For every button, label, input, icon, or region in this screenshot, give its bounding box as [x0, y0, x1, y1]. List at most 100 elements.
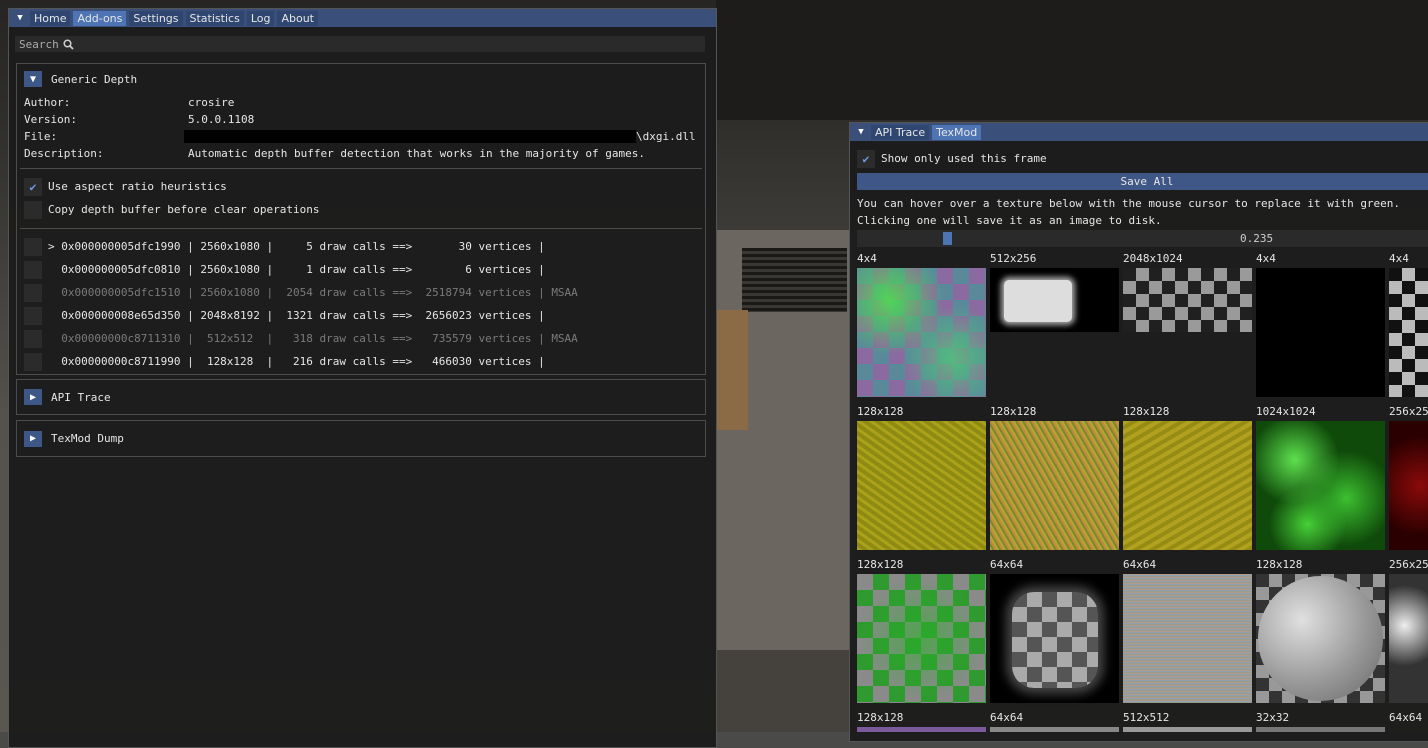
texmod-info: You can hover over a texture below with … — [857, 195, 1428, 229]
floor — [716, 650, 856, 732]
tab-addons[interactable]: Add-ons — [73, 10, 127, 26]
depth-buffer-text: 0x000000005dfc1510 | 2560x1080 | 2054 dr… — [48, 286, 578, 299]
detail-key: Version: — [24, 113, 77, 126]
tab-home[interactable]: Home — [30, 10, 71, 26]
detail-description: Description: Automatic depth buffer dete… — [17, 145, 705, 162]
texture-thumbnail[interactable] — [990, 727, 1119, 732]
texture-thumbnail[interactable] — [857, 268, 986, 397]
addon-header-api-trace[interactable]: ▶ API Trace — [17, 380, 705, 414]
moon-icon — [1258, 576, 1383, 701]
texture-label: 64x64 — [1123, 558, 1157, 571]
texture-thumbnail[interactable] — [857, 421, 986, 550]
depth-buffer-row[interactable]: 0x00000000c8711990 | 128x128 | 216 draw … — [17, 350, 705, 373]
save-all-button[interactable]: Save All — [857, 173, 1428, 190]
detail-value: Automatic depth buffer detection that wo… — [188, 147, 645, 160]
vent-grille — [742, 248, 847, 312]
texture-label: 256x256 — [1389, 558, 1428, 571]
texture-thumbnail[interactable] — [990, 268, 1119, 332]
texture-thumbnail[interactable] — [1256, 421, 1385, 550]
option-copy-depth[interactable]: Copy depth buffer before clear operation… — [17, 198, 705, 221]
addon-header-texmod-dump[interactable]: ▶ TexMod Dump — [17, 421, 705, 456]
checkbox-unchecked-icon[interactable] — [24, 260, 42, 279]
main-tab-bar: ▼ Home Add-ons Settings Statistics Log A… — [9, 9, 716, 27]
addon-title: Generic Depth — [51, 72, 138, 86]
checkbox-unchecked-icon[interactable] — [24, 352, 42, 371]
expanded-arrow-icon[interactable]: ▼ — [24, 71, 42, 87]
detail-key: Author: — [24, 96, 71, 109]
size-slider[interactable]: 0.235 — [857, 230, 1428, 247]
depth-buffer-row[interactable]: 0x00000000c8711310 | 512x512 | 318 draw … — [17, 327, 705, 350]
info-line-1: You can hover over a texture below with … — [857, 197, 1401, 210]
depth-buffer-text: 0x00000000c8711310 | 512x512 | 318 draw … — [48, 332, 578, 345]
show-only-used-label: Show only used this frame — [881, 152, 1047, 165]
depth-buffer-row[interactable]: 0x000000008e65d350 | 2048x8192 | 1321 dr… — [17, 304, 705, 327]
depth-buffer-row[interactable]: > 0x000000005dfc1990 | 2560x1080 | 5 dra… — [17, 235, 705, 258]
texture-thumbnail[interactable] — [990, 421, 1119, 550]
depth-buffer-row[interactable]: 0x000000005dfc0810 | 2560x1080 | 1 draw … — [17, 258, 705, 281]
texture-thumbnail[interactable] — [1123, 727, 1252, 732]
texture-thumbnail[interactable] — [857, 727, 986, 732]
texture-thumbnail[interactable] — [1123, 268, 1252, 332]
cardboard-box — [716, 310, 748, 430]
texture-thumbnail[interactable] — [1256, 574, 1385, 703]
checkbox-checked-icon[interactable]: ✔ — [24, 177, 42, 196]
texture-label: 128x128 — [1123, 405, 1170, 418]
texture-thumbnail[interactable] — [1123, 421, 1252, 550]
texture-label: 1024x1024 — [1256, 405, 1316, 418]
slider-grab[interactable] — [943, 232, 952, 245]
depth-buffer-row[interactable]: 0x000000005dfc1510 | 2560x1080 | 2054 dr… — [17, 281, 705, 304]
texture-thumbnail[interactable] — [1256, 268, 1385, 397]
collapse-triangle-icon[interactable]: ▼ — [13, 11, 27, 25]
texture-label: 64x64 — [990, 711, 1024, 724]
slider-value: 0.235 — [1240, 232, 1274, 245]
addon-api-trace: ▶ API Trace — [16, 379, 706, 415]
texture-label: 32x32 — [1256, 711, 1290, 724]
collapse-triangle-icon[interactable]: ▼ — [854, 125, 868, 139]
search-input[interactable]: Search — [15, 36, 705, 52]
texture-thumbnail[interactable] — [990, 574, 1119, 703]
tab-log[interactable]: Log — [246, 10, 275, 26]
texture-label: 512x512 — [1123, 711, 1170, 724]
texture-label: 128x128 — [857, 558, 904, 571]
texture-label: 128x128 — [1256, 558, 1303, 571]
tab-about[interactable]: About — [277, 10, 318, 26]
tab-texmod[interactable]: TexMod — [932, 124, 982, 140]
detail-key: Description: — [24, 147, 104, 160]
option-label: Use aspect ratio heuristics — [48, 180, 227, 193]
texture-thumbnail[interactable] — [1389, 421, 1428, 550]
detail-value: \dxgi.dll — [636, 130, 696, 143]
checkbox-unchecked-icon[interactable] — [24, 283, 42, 302]
tab-statistics[interactable]: Statistics — [185, 10, 244, 26]
texture-label: 256x256 — [1389, 405, 1428, 418]
checkbox-unchecked-icon[interactable] — [24, 237, 42, 256]
collapsed-arrow-icon[interactable]: ▶ — [24, 430, 42, 447]
tab-settings[interactable]: Settings — [129, 10, 183, 26]
ceiling-beam — [716, 0, 1428, 120]
texture-thumbnail[interactable] — [1256, 727, 1385, 732]
detail-value: crosire — [188, 96, 235, 109]
search-placeholder: Search — [19, 37, 59, 51]
checkbox-checked-icon[interactable]: ✔ — [857, 149, 875, 168]
texture-thumbnail[interactable] — [1389, 268, 1428, 397]
texture-label: 64x64 — [990, 558, 1024, 571]
addon-generic-depth: ▼ Generic Depth Author: crosire Version:… — [16, 63, 706, 375]
checkbox-unchecked-icon[interactable] — [24, 200, 42, 219]
addon-header-generic-depth[interactable]: ▼ Generic Depth — [17, 64, 705, 94]
texture-label: 4x4 — [857, 252, 877, 265]
detail-author: Author: crosire — [17, 94, 705, 111]
divider — [20, 228, 702, 229]
collapsed-arrow-icon[interactable]: ▶ — [24, 389, 42, 405]
option-aspect-ratio[interactable]: ✔ Use aspect ratio heuristics — [17, 175, 705, 198]
texture-thumbnail[interactable] — [1123, 574, 1252, 703]
texture-thumbnail[interactable] — [1389, 574, 1428, 703]
texture-label: 4x4 — [1389, 252, 1409, 265]
addon-title: TexMod Dump — [51, 432, 124, 445]
option-label: Copy depth buffer before clear operation… — [48, 203, 320, 216]
texture-thumbnail[interactable] — [857, 574, 986, 703]
tab-api-trace[interactable]: API Trace — [871, 124, 930, 140]
show-only-used-toggle[interactable]: ✔ Show only used this frame — [850, 147, 1047, 170]
checkbox-unchecked-icon[interactable] — [24, 306, 42, 325]
checkbox-unchecked-icon[interactable] — [24, 329, 42, 348]
divider — [20, 168, 702, 169]
texture-label: 128x128 — [857, 405, 904, 418]
